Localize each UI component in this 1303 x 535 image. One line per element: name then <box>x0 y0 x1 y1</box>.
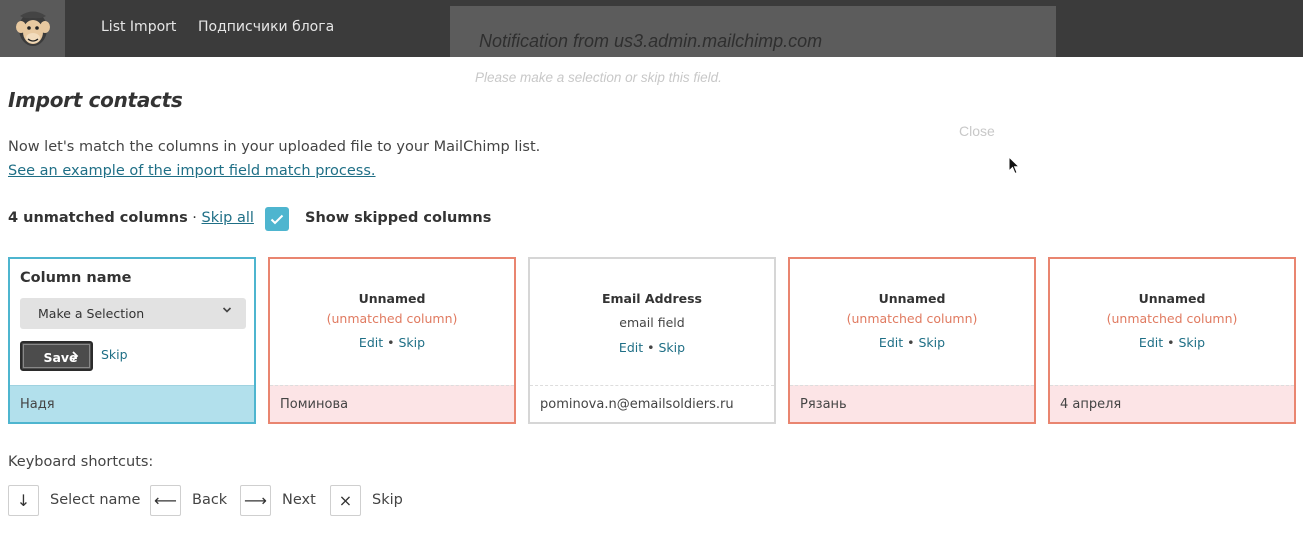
link-separator: • <box>903 335 919 350</box>
shortcut-label-skip: Skip <box>372 492 403 508</box>
close-key-icon: × <box>330 485 361 516</box>
unmatched-status: 4 unmatched columns · Skip all <box>8 210 254 226</box>
column-name: Unnamed <box>1138 291 1206 306</box>
field-select[interactable]: Make a Selection <box>20 298 246 329</box>
column-card: Unnamed (unmatched column) Edit • Skip Р… <box>788 257 1036 424</box>
column-name: Unnamed <box>358 291 426 306</box>
intro-text: Now let's match the columns in your uplo… <box>8 139 541 155</box>
checkmark-icon <box>270 214 284 224</box>
column-card-head: Unnamed (unmatched column) Edit • Skip <box>270 259 514 387</box>
chevron-down-icon <box>222 307 232 313</box>
arrow-down-key-icon: ↓ <box>8 485 39 516</box>
column-actions: Edit • Skip <box>790 335 1034 350</box>
column-name-title: Column name <box>20 270 132 286</box>
column-card-active: Column name Make a Selection Save Skip Н… <box>8 257 256 424</box>
show-skipped-label[interactable]: Show skipped columns <box>305 210 491 226</box>
notification-message: Please make a selection or skip this fie… <box>475 70 722 85</box>
skip-all-link[interactable]: Skip all <box>202 210 254 226</box>
column-card: Unnamed (unmatched column) Edit • Skip П… <box>268 257 516 424</box>
skip-link[interactable]: Skip <box>1178 335 1205 350</box>
column-sample-value: pominova.n@emailsoldiers.ru <box>530 385 774 422</box>
skip-link[interactable]: Skip <box>398 335 425 350</box>
field-select-value: Make a Selection <box>38 306 145 321</box>
shortcut-label-select-name: Select name <box>50 492 141 508</box>
edit-link[interactable]: Edit <box>1139 335 1163 350</box>
unmatched-count: 4 unmatched columns <box>8 210 188 226</box>
link-separator: • <box>1163 335 1179 350</box>
column-sample-value: Поминова <box>270 385 514 422</box>
mouse-cursor-icon <box>1008 156 1020 175</box>
chevron-right-icon <box>72 351 79 361</box>
column-card-head: Email Address email field Edit • Skip <box>530 259 774 387</box>
arrow-left-key-icon: ⟵ <box>150 485 181 516</box>
nav-blog-subscribers[interactable]: Подписчики блога <box>198 19 334 35</box>
column-sample-value: Рязань <box>790 385 1034 422</box>
column-name: Email Address <box>601 291 702 306</box>
column-status: (unmatched column) <box>326 311 458 326</box>
edit-link[interactable]: Edit <box>619 340 643 355</box>
column-status: (unmatched column) <box>846 311 978 326</box>
link-separator: • <box>643 340 659 355</box>
column-card: Email Address email field Edit • Skip po… <box>528 257 776 424</box>
example-link[interactable]: See an example of the import field match… <box>8 163 376 179</box>
skip-link[interactable]: Skip <box>918 335 945 350</box>
keyboard-shortcuts-title: Keyboard shortcuts: <box>8 454 154 470</box>
column-card-head: Unnamed (unmatched column) Edit • Skip <box>1050 259 1294 387</box>
edit-link[interactable]: Edit <box>359 335 383 350</box>
column-sample-value: 4 апреля <box>1050 385 1294 422</box>
column-card: Unnamed (unmatched column) Edit • Skip 4… <box>1048 257 1296 424</box>
notification-close-button[interactable]: Close <box>959 123 995 139</box>
column-card-head: Unnamed (unmatched column) Edit • Skip <box>790 259 1034 387</box>
column-status: (unmatched column) <box>1106 311 1238 326</box>
link-separator: • <box>383 335 399 350</box>
column-name: Unnamed <box>878 291 946 306</box>
column-actions: Edit • Skip <box>1050 335 1294 350</box>
column-actions: Edit • Skip <box>270 335 514 350</box>
monkey-icon <box>15 11 50 46</box>
column-sample-value: Надя <box>10 385 254 422</box>
page-title: Import contacts <box>8 88 183 112</box>
save-button[interactable]: Save <box>20 341 93 371</box>
column-card-head: Column name Make a Selection Save Skip <box>10 259 254 387</box>
mailchimp-logo[interactable] <box>0 0 65 57</box>
column-status: email field <box>619 315 685 330</box>
notification-title: Notification from us3.admin.mailchimp.co… <box>479 31 823 51</box>
arrow-right-key-icon: ⟶ <box>240 485 271 516</box>
column-actions: Edit • Skip <box>530 340 774 355</box>
nav-list-import[interactable]: List Import <box>101 19 176 35</box>
show-skipped-checkbox[interactable] <box>265 207 289 231</box>
skip-link[interactable]: Skip <box>101 347 128 362</box>
shortcut-label-back: Back <box>192 492 228 508</box>
status-separator: · <box>187 210 202 226</box>
edit-link[interactable]: Edit <box>879 335 903 350</box>
skip-link[interactable]: Skip <box>658 340 685 355</box>
shortcut-label-next: Next <box>282 492 316 508</box>
